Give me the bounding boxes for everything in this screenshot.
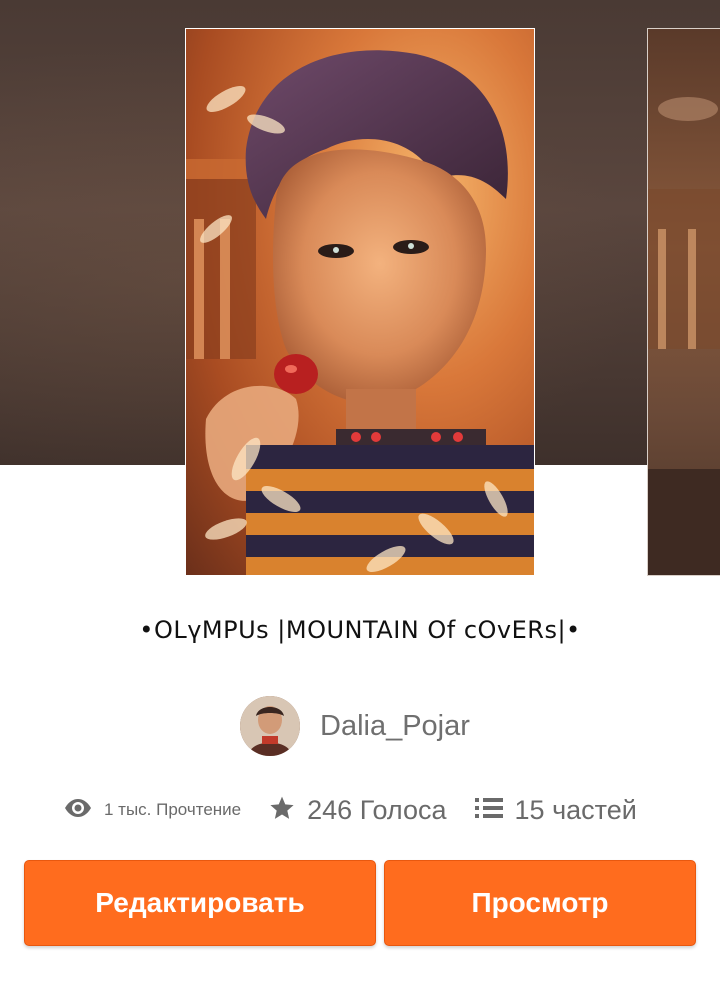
parts-count: 15 частей xyxy=(514,794,637,825)
book-stats: 1 тыс. Прочтение 246 Голоса 15 частей xyxy=(64,790,664,830)
votes-count: 246 Голоса xyxy=(307,794,447,825)
reads-stat: 1 тыс. Прочтение xyxy=(64,798,241,823)
reads-count: 1 тыс. Прочтение xyxy=(104,800,242,819)
eye-icon xyxy=(64,798,92,823)
book-title: •OLүMPUs |MOUNTAIN Of cOvERs|• xyxy=(139,616,581,644)
parts-stat: 15 частей xyxy=(474,794,637,826)
author-avatar[interactable] xyxy=(240,696,300,756)
avatar-image xyxy=(240,696,300,756)
next-cover-illustration xyxy=(648,97,720,575)
next-book-cover[interactable] xyxy=(647,28,720,576)
book-cover-image[interactable] xyxy=(185,28,535,576)
author-name[interactable]: Dalia_Pojar xyxy=(320,710,470,743)
votes-stat: 246 Голоса xyxy=(269,794,447,826)
list-icon xyxy=(474,796,503,825)
edit-button[interactable]: Редактировать xyxy=(24,860,376,946)
cover-illustration xyxy=(186,50,534,575)
star-icon xyxy=(269,795,295,826)
view-button[interactable]: Просмотр xyxy=(384,860,696,946)
author-row[interactable]: Dalia_Pojar xyxy=(240,695,470,757)
